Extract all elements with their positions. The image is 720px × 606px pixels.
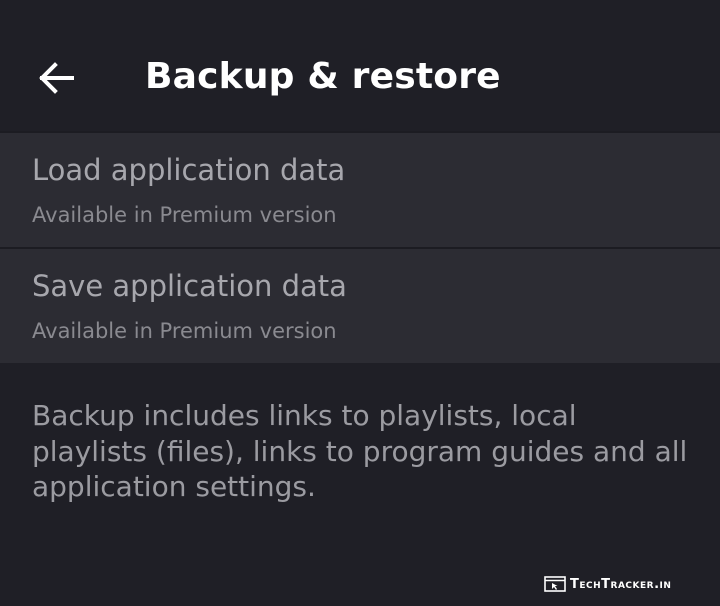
save-application-data-item[interactable]: Save application data Available in Premi… [0,249,720,363]
item-title: Load application data [32,153,346,187]
backup-restore-screen: Backup & restore Load application data A… [0,0,720,606]
item-title: Save application data [32,269,347,303]
browser-window-icon [544,576,566,592]
item-subtitle: Available in Premium version [32,319,337,343]
arrow-left-icon [28,50,84,106]
app-bar: Backup & restore [0,0,720,132]
item-subtitle: Available in Premium version [32,203,337,227]
watermark-text: TechTracker.in [570,576,672,592]
page-title: Backup & restore [145,56,501,97]
backup-info-text: Backup includes links to playlists, loca… [32,399,688,503]
watermark: TechTracker.in [544,574,671,594]
load-application-data-item[interactable]: Load application data Available in Premi… [0,133,720,247]
back-button[interactable] [28,50,84,106]
